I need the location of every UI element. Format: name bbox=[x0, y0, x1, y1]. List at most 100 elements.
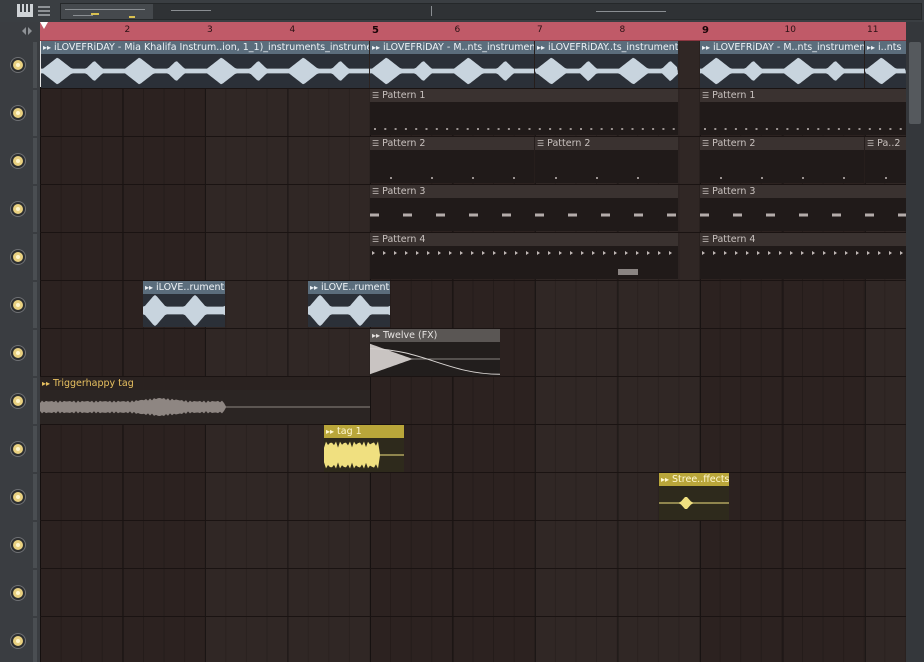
pattern-clip[interactable]: ☰ Pattern 2 bbox=[535, 137, 678, 183]
clip-header[interactable]: ☰ Pattern 1 bbox=[370, 89, 678, 102]
track-header-10[interactable] bbox=[0, 473, 40, 521]
track-mute-led[interactable] bbox=[13, 444, 23, 454]
clip-header[interactable]: ▸▸ Triggerhappy tag bbox=[40, 377, 370, 390]
track-resize-strip[interactable] bbox=[33, 138, 37, 184]
track-mute-led[interactable] bbox=[13, 108, 23, 118]
pattern-clip-icon[interactable]: ☰ bbox=[702, 185, 709, 198]
audio-clip-icon[interactable]: ▸▸ bbox=[372, 329, 380, 342]
audio-clip-icon[interactable]: ▸▸ bbox=[867, 41, 875, 54]
pattern-clip[interactable]: ☰ Pattern 3 bbox=[370, 185, 678, 231]
pattern-clip[interactable]: ☰ Pa..2 bbox=[865, 137, 906, 183]
track-header-11[interactable] bbox=[0, 521, 40, 569]
track-mute-led[interactable] bbox=[13, 348, 23, 358]
track-header-13[interactable] bbox=[0, 617, 40, 662]
audio-clip-icon[interactable]: ▸▸ bbox=[372, 41, 380, 54]
track-resize-strip[interactable] bbox=[33, 42, 37, 88]
selection-handle[interactable] bbox=[40, 41, 41, 87]
track-header-8[interactable] bbox=[0, 377, 40, 425]
pattern-clip-icon[interactable]: ☰ bbox=[702, 233, 709, 246]
track-header-4[interactable] bbox=[0, 185, 40, 233]
audio-clip-icon[interactable]: ▸▸ bbox=[537, 41, 545, 54]
audio-clip[interactable]: ▸▸ iLOVEFRiDAY - M..nts_instruments bbox=[700, 41, 864, 88]
overview-viewport[interactable] bbox=[61, 4, 153, 19]
clip-header[interactable]: ▸▸ Twelve (FX) bbox=[370, 329, 500, 342]
track-header-3[interactable] bbox=[0, 137, 40, 185]
fx-clip[interactable]: ▸▸ Twelve (FX) bbox=[370, 329, 500, 376]
pattern-clip[interactable]: ☰ Pattern 1 bbox=[370, 89, 678, 135]
clip-header[interactable]: ▸▸ Stree..ffects bbox=[659, 473, 729, 486]
track-mute-led[interactable] bbox=[13, 396, 23, 406]
tag-clip[interactable]: ▸▸ Stree..ffects bbox=[659, 473, 729, 520]
clip-header[interactable]: ▸▸ iLOVEFRiDAY - M..nts_instruments bbox=[370, 41, 534, 54]
timeline-ruler[interactable]: 2 3 4 5 6 7 8 9 10 11 bbox=[40, 22, 906, 41]
audio-clip[interactable]: ▸▸ iLOVEFRiDAY - M..nts_instruments bbox=[370, 41, 534, 88]
clip-header[interactable]: ☰ Pattern 4 bbox=[700, 233, 906, 246]
track-resize-strip[interactable] bbox=[33, 234, 37, 280]
pattern-clip[interactable]: ☰ Pattern 4 bbox=[370, 233, 678, 279]
pattern-clip[interactable]: ☰ Pattern 2 bbox=[700, 137, 864, 183]
track-resize-strip[interactable] bbox=[33, 90, 37, 136]
track-resize-strip[interactable] bbox=[33, 282, 37, 328]
clip-header[interactable]: ☰ Pattern 4 bbox=[370, 233, 678, 246]
track-resize-strip[interactable] bbox=[33, 186, 37, 232]
clip-header[interactable]: ☰ Pa..2 bbox=[865, 137, 906, 150]
track-mute-led[interactable] bbox=[13, 636, 23, 646]
audio-clip-icon[interactable]: ▸▸ bbox=[42, 377, 50, 390]
track-mute-led[interactable] bbox=[13, 300, 23, 310]
track-mute-led[interactable] bbox=[13, 156, 23, 166]
track-resize-strip[interactable] bbox=[33, 426, 37, 472]
audio-clip-icon[interactable]: ▸▸ bbox=[326, 425, 334, 438]
clip-header[interactable]: ☰ Pattern 3 bbox=[700, 185, 906, 198]
pattern-clip-icon[interactable]: ☰ bbox=[702, 89, 709, 102]
track-mute-led[interactable] bbox=[13, 492, 23, 502]
pattern-clip[interactable]: ☰ Pattern 4 bbox=[700, 233, 906, 279]
audio-clip[interactable]: ▸▸ i..nts bbox=[865, 41, 906, 88]
audio-clip[interactable]: ▸▸ iLOVEFRiDAY - Mia Khalifa Instrum..ion… bbox=[41, 41, 369, 88]
track-mute-led[interactable] bbox=[13, 252, 23, 262]
clip-header[interactable]: ☰ Pattern 2 bbox=[370, 137, 534, 150]
track-header-1[interactable] bbox=[0, 41, 40, 89]
pattern-clip-icon[interactable]: ☰ bbox=[372, 233, 379, 246]
audio-clip-icon[interactable]: ▸▸ bbox=[310, 281, 318, 294]
vertical-scrollbar[interactable] bbox=[906, 22, 924, 662]
track-header-12[interactable] bbox=[0, 569, 40, 617]
track-resize-strip[interactable] bbox=[33, 330, 37, 376]
track-resize-strip[interactable] bbox=[33, 570, 37, 616]
clip-header[interactable]: ☰ Pattern 3 bbox=[370, 185, 678, 198]
clip-header[interactable]: ▸▸ iLOVE..ruments bbox=[143, 281, 225, 294]
playhead-marker[interactable] bbox=[40, 22, 48, 29]
tag-clip[interactable]: ▸▸ tag 1 bbox=[324, 425, 404, 472]
scrollbar-thumb[interactable] bbox=[909, 42, 921, 124]
track-mute-led[interactable] bbox=[13, 540, 23, 550]
pattern-clip[interactable]: ☰ Pattern 2 bbox=[370, 137, 534, 183]
pattern-selector-icon[interactable] bbox=[38, 6, 50, 16]
audio-clip[interactable]: ▸▸ iLOVE..ruments bbox=[143, 281, 225, 327]
audio-clip-icon[interactable]: ▸▸ bbox=[661, 473, 669, 486]
clip-header[interactable]: ▸▸ i..nts bbox=[865, 41, 906, 54]
track-header-6[interactable] bbox=[0, 281, 40, 329]
pattern-clip-icon[interactable]: ☰ bbox=[372, 89, 379, 102]
pattern-clip-icon[interactable]: ☰ bbox=[372, 185, 379, 198]
audio-clip[interactable]: ▸▸ iLOVEFRiDAY..ts_instruments bbox=[535, 41, 678, 88]
track-resize-strip[interactable] bbox=[33, 378, 37, 424]
pattern-clip[interactable]: ☰ Pattern 1 bbox=[700, 89, 906, 135]
track-header-5[interactable] bbox=[0, 233, 40, 281]
timeline-overview-scroller[interactable] bbox=[60, 3, 922, 20]
pattern-clip-icon[interactable]: ☰ bbox=[702, 137, 709, 150]
track-header-9[interactable] bbox=[0, 425, 40, 473]
track-resize-strip[interactable] bbox=[33, 474, 37, 520]
clip-header[interactable]: ▸▸ iLOVE..ruments bbox=[308, 281, 390, 294]
clip-header[interactable]: ▸▸ iLOVEFRiDAY - Mia Khalifa Instrum..ion… bbox=[41, 41, 369, 54]
audio-clip-icon[interactable]: ▸▸ bbox=[43, 41, 51, 54]
audio-clip-icon[interactable]: ▸▸ bbox=[145, 281, 153, 294]
clip-header[interactable]: ☰ Pattern 2 bbox=[535, 137, 678, 150]
track-mute-led[interactable] bbox=[13, 60, 23, 70]
clip-header[interactable]: ▸▸ iLOVEFRiDAY - M..nts_instruments bbox=[700, 41, 864, 54]
clip-header[interactable]: ☰ Pattern 1 bbox=[700, 89, 906, 102]
pattern-clip[interactable]: ☰ Pattern 3 bbox=[700, 185, 906, 231]
audio-clip[interactable]: ▸▸ iLOVE..ruments bbox=[308, 281, 390, 327]
track-header-7[interactable] bbox=[0, 329, 40, 377]
track-resize-strip[interactable] bbox=[33, 522, 37, 568]
pattern-clip-icon[interactable]: ☰ bbox=[537, 137, 544, 150]
clip-header[interactable]: ☰ Pattern 2 bbox=[700, 137, 864, 150]
